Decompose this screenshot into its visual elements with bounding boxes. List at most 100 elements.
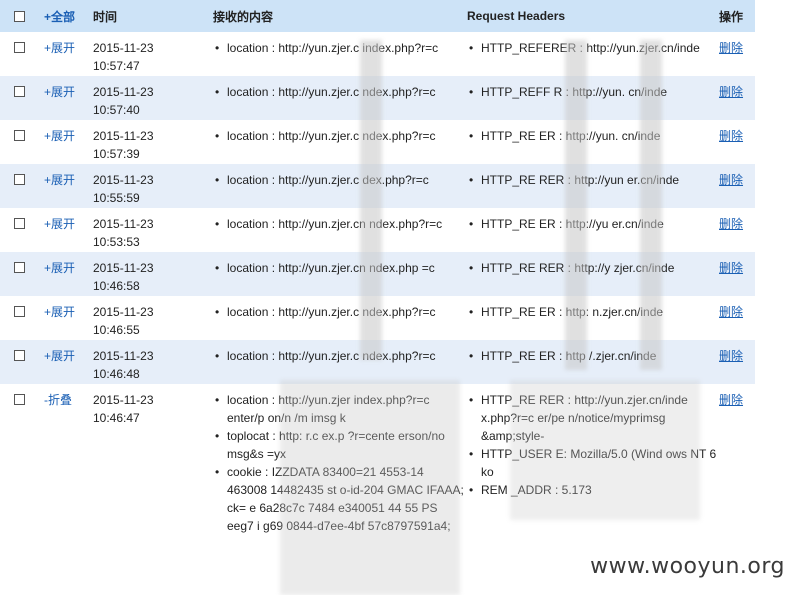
row-checkbox[interactable] <box>14 218 25 229</box>
headers-cell: HTTP_REFF R : http://yun. cn/inde <box>467 76 719 120</box>
time-text: 10:57:40 <box>93 103 140 117</box>
delete-link[interactable]: 删除 <box>719 41 743 55</box>
row-checkbox[interactable] <box>14 174 25 185</box>
content-cell: location : http://yun.zjer.c index.php?r… <box>213 32 467 76</box>
delete-link[interactable]: 删除 <box>719 393 743 407</box>
time-text: 10:53:53 <box>93 235 140 249</box>
col-header-time: 时间 <box>93 0 213 32</box>
time-cell: 2015-11-23 10:46:58 <box>93 252 213 296</box>
content-cell: location : http://yun.zjer.c dex.php?r=c <box>213 164 467 208</box>
time-cell: 2015-11-23 10:46:47 <box>93 384 213 535</box>
row-checkbox[interactable] <box>14 86 25 97</box>
time-text: 10:46:48 <box>93 367 140 381</box>
date-text: 2015-11-23 <box>93 217 154 231</box>
header-item: HTTP_RE ER : http /.zjer.cn/inde <box>467 347 719 365</box>
toggle-link[interactable]: +展开 <box>44 85 75 99</box>
date-text: 2015-11-23 <box>93 305 154 319</box>
time-text: 10:46:55 <box>93 323 140 337</box>
row-checkbox[interactable] <box>14 130 25 141</box>
toggle-link[interactable]: -折叠 <box>44 393 72 407</box>
content-cell: location : http://yun.zjer.c ndex.php?r=… <box>213 340 467 384</box>
select-all-cell <box>0 0 44 32</box>
time-cell: 2015-11-23 10:53:53 <box>93 208 213 252</box>
header-item: HTTP_REFF R : http://yun. cn/inde <box>467 83 719 101</box>
toggle-link[interactable]: +展开 <box>44 129 75 143</box>
content-cell: location : http://yun.zjer.cn ndex.php =… <box>213 252 467 296</box>
time-cell: 2015-11-23 10:55:59 <box>93 164 213 208</box>
row-checkbox[interactable] <box>14 350 25 361</box>
content-cell: location : http://yun.zjer.cn ndex.php?r… <box>213 208 467 252</box>
header-item: HTTP_RE ER : http://yu er.cn/inde <box>467 215 719 233</box>
row-checkbox[interactable] <box>14 262 25 273</box>
time-text: 10:46:58 <box>93 279 140 293</box>
table-header: +全部 时间 接收的内容 Request Headers 操作 <box>0 0 755 32</box>
date-text: 2015-11-23 <box>93 41 154 55</box>
redaction-blur <box>640 40 662 370</box>
row-checkbox[interactable] <box>14 394 25 405</box>
time-text: 10:57:39 <box>93 147 140 161</box>
content-item: location : http://yun.zjer.c index.php?r… <box>213 39 467 57</box>
date-text: 2015-11-23 <box>93 129 154 143</box>
content-item: location : http://yun.zjer.cn ndex.php =… <box>213 259 467 277</box>
headers-cell: HTTP_RE ER : http: n.zjer.cn/inde <box>467 296 719 340</box>
delete-link[interactable]: 删除 <box>719 261 743 275</box>
header-item: HTTP_RE ER : http://yun. cn/inde <box>467 127 719 145</box>
delete-link[interactable]: 删除 <box>719 129 743 143</box>
row-select-cell <box>0 296 44 340</box>
content-cell: location : http://yun.zjer.c ndex.php?r=… <box>213 296 467 340</box>
delete-link[interactable]: 删除 <box>719 85 743 99</box>
toggle-link[interactable]: +展开 <box>44 217 75 231</box>
toggle-link[interactable]: +展开 <box>44 261 75 275</box>
delete-link[interactable]: 删除 <box>719 305 743 319</box>
delete-link[interactable]: 删除 <box>719 349 743 363</box>
time-cell: 2015-11-23 10:46:55 <box>93 296 213 340</box>
row-select-cell <box>0 340 44 384</box>
content-item: location : http://yun.zjer.c ndex.php?r=… <box>213 83 467 101</box>
content-item: location : http://yun.zjer.c dex.php?r=c <box>213 171 467 189</box>
redaction-blur <box>565 40 587 370</box>
row-select-cell <box>0 384 44 535</box>
toggle-link[interactable]: +展开 <box>44 305 75 319</box>
delete-link[interactable]: 删除 <box>719 217 743 231</box>
content-cell: location : http://yun.zjer.c ndex.php?r=… <box>213 76 467 120</box>
time-cell: 2015-11-23 10:46:48 <box>93 340 213 384</box>
toggle-link[interactable]: +展开 <box>44 173 75 187</box>
headers-cell: HTTP_RE RER : http://yun er.cn/inde <box>467 164 719 208</box>
select-all-checkbox[interactable] <box>14 11 25 23</box>
toggle-link[interactable]: +展开 <box>44 349 75 363</box>
content-item: location : http://yun.zjer.cn ndex.php?r… <box>213 215 467 233</box>
redaction-blur <box>360 40 382 360</box>
row-select-cell <box>0 252 44 296</box>
content-item: location : http://yun.zjer.c ndex.php?r=… <box>213 303 467 321</box>
row-checkbox[interactable] <box>14 42 25 53</box>
content-item: location : http://yun.zjer.c ndex.php?r=… <box>213 347 467 365</box>
expand-all-link[interactable]: +全部 <box>44 10 75 24</box>
row-select-cell <box>0 208 44 252</box>
row-select-cell <box>0 120 44 164</box>
headers-cell: HTTP_RE ER : http /.zjer.cn/inde <box>467 340 719 384</box>
row-select-cell <box>0 32 44 76</box>
redaction-blur <box>280 380 460 595</box>
date-text: 2015-11-23 <box>93 349 154 363</box>
toggle-link[interactable]: +展开 <box>44 41 75 55</box>
delete-link[interactable]: 删除 <box>719 173 743 187</box>
content-item: location : http://yun.zjer.c ndex.php?r=… <box>213 127 467 145</box>
row-checkbox[interactable] <box>14 306 25 317</box>
header-item: HTTP_RE RER : http://y zjer.cn/inde <box>467 259 719 277</box>
headers-cell: HTTP_REFERER : http://yun.zjer.cn/inde <box>467 32 719 76</box>
headers-cell: HTTP_RE ER : http://yu er.cn/inde <box>467 208 719 252</box>
row-select-cell <box>0 164 44 208</box>
header-item: HTTP_RE ER : http: n.zjer.cn/inde <box>467 303 719 321</box>
headers-cell: HTTP_RE ER : http://yun. cn/inde <box>467 120 719 164</box>
date-text: 2015-11-23 <box>93 173 154 187</box>
date-text: 2015-11-23 <box>93 85 154 99</box>
time-text: 10:46:47 <box>93 411 140 425</box>
time-cell: 2015-11-23 10:57:39 <box>93 120 213 164</box>
col-header-content: 接收的内容 <box>213 0 467 32</box>
row-select-cell <box>0 76 44 120</box>
watermark: www.wooyun.org <box>590 554 785 579</box>
date-text: 2015-11-23 <box>93 393 154 407</box>
time-text: 10:57:47 <box>93 59 140 73</box>
headers-cell: HTTP_RE RER : http://y zjer.cn/inde <box>467 252 719 296</box>
header-item: HTTP_REFERER : http://yun.zjer.cn/inde <box>467 39 719 57</box>
